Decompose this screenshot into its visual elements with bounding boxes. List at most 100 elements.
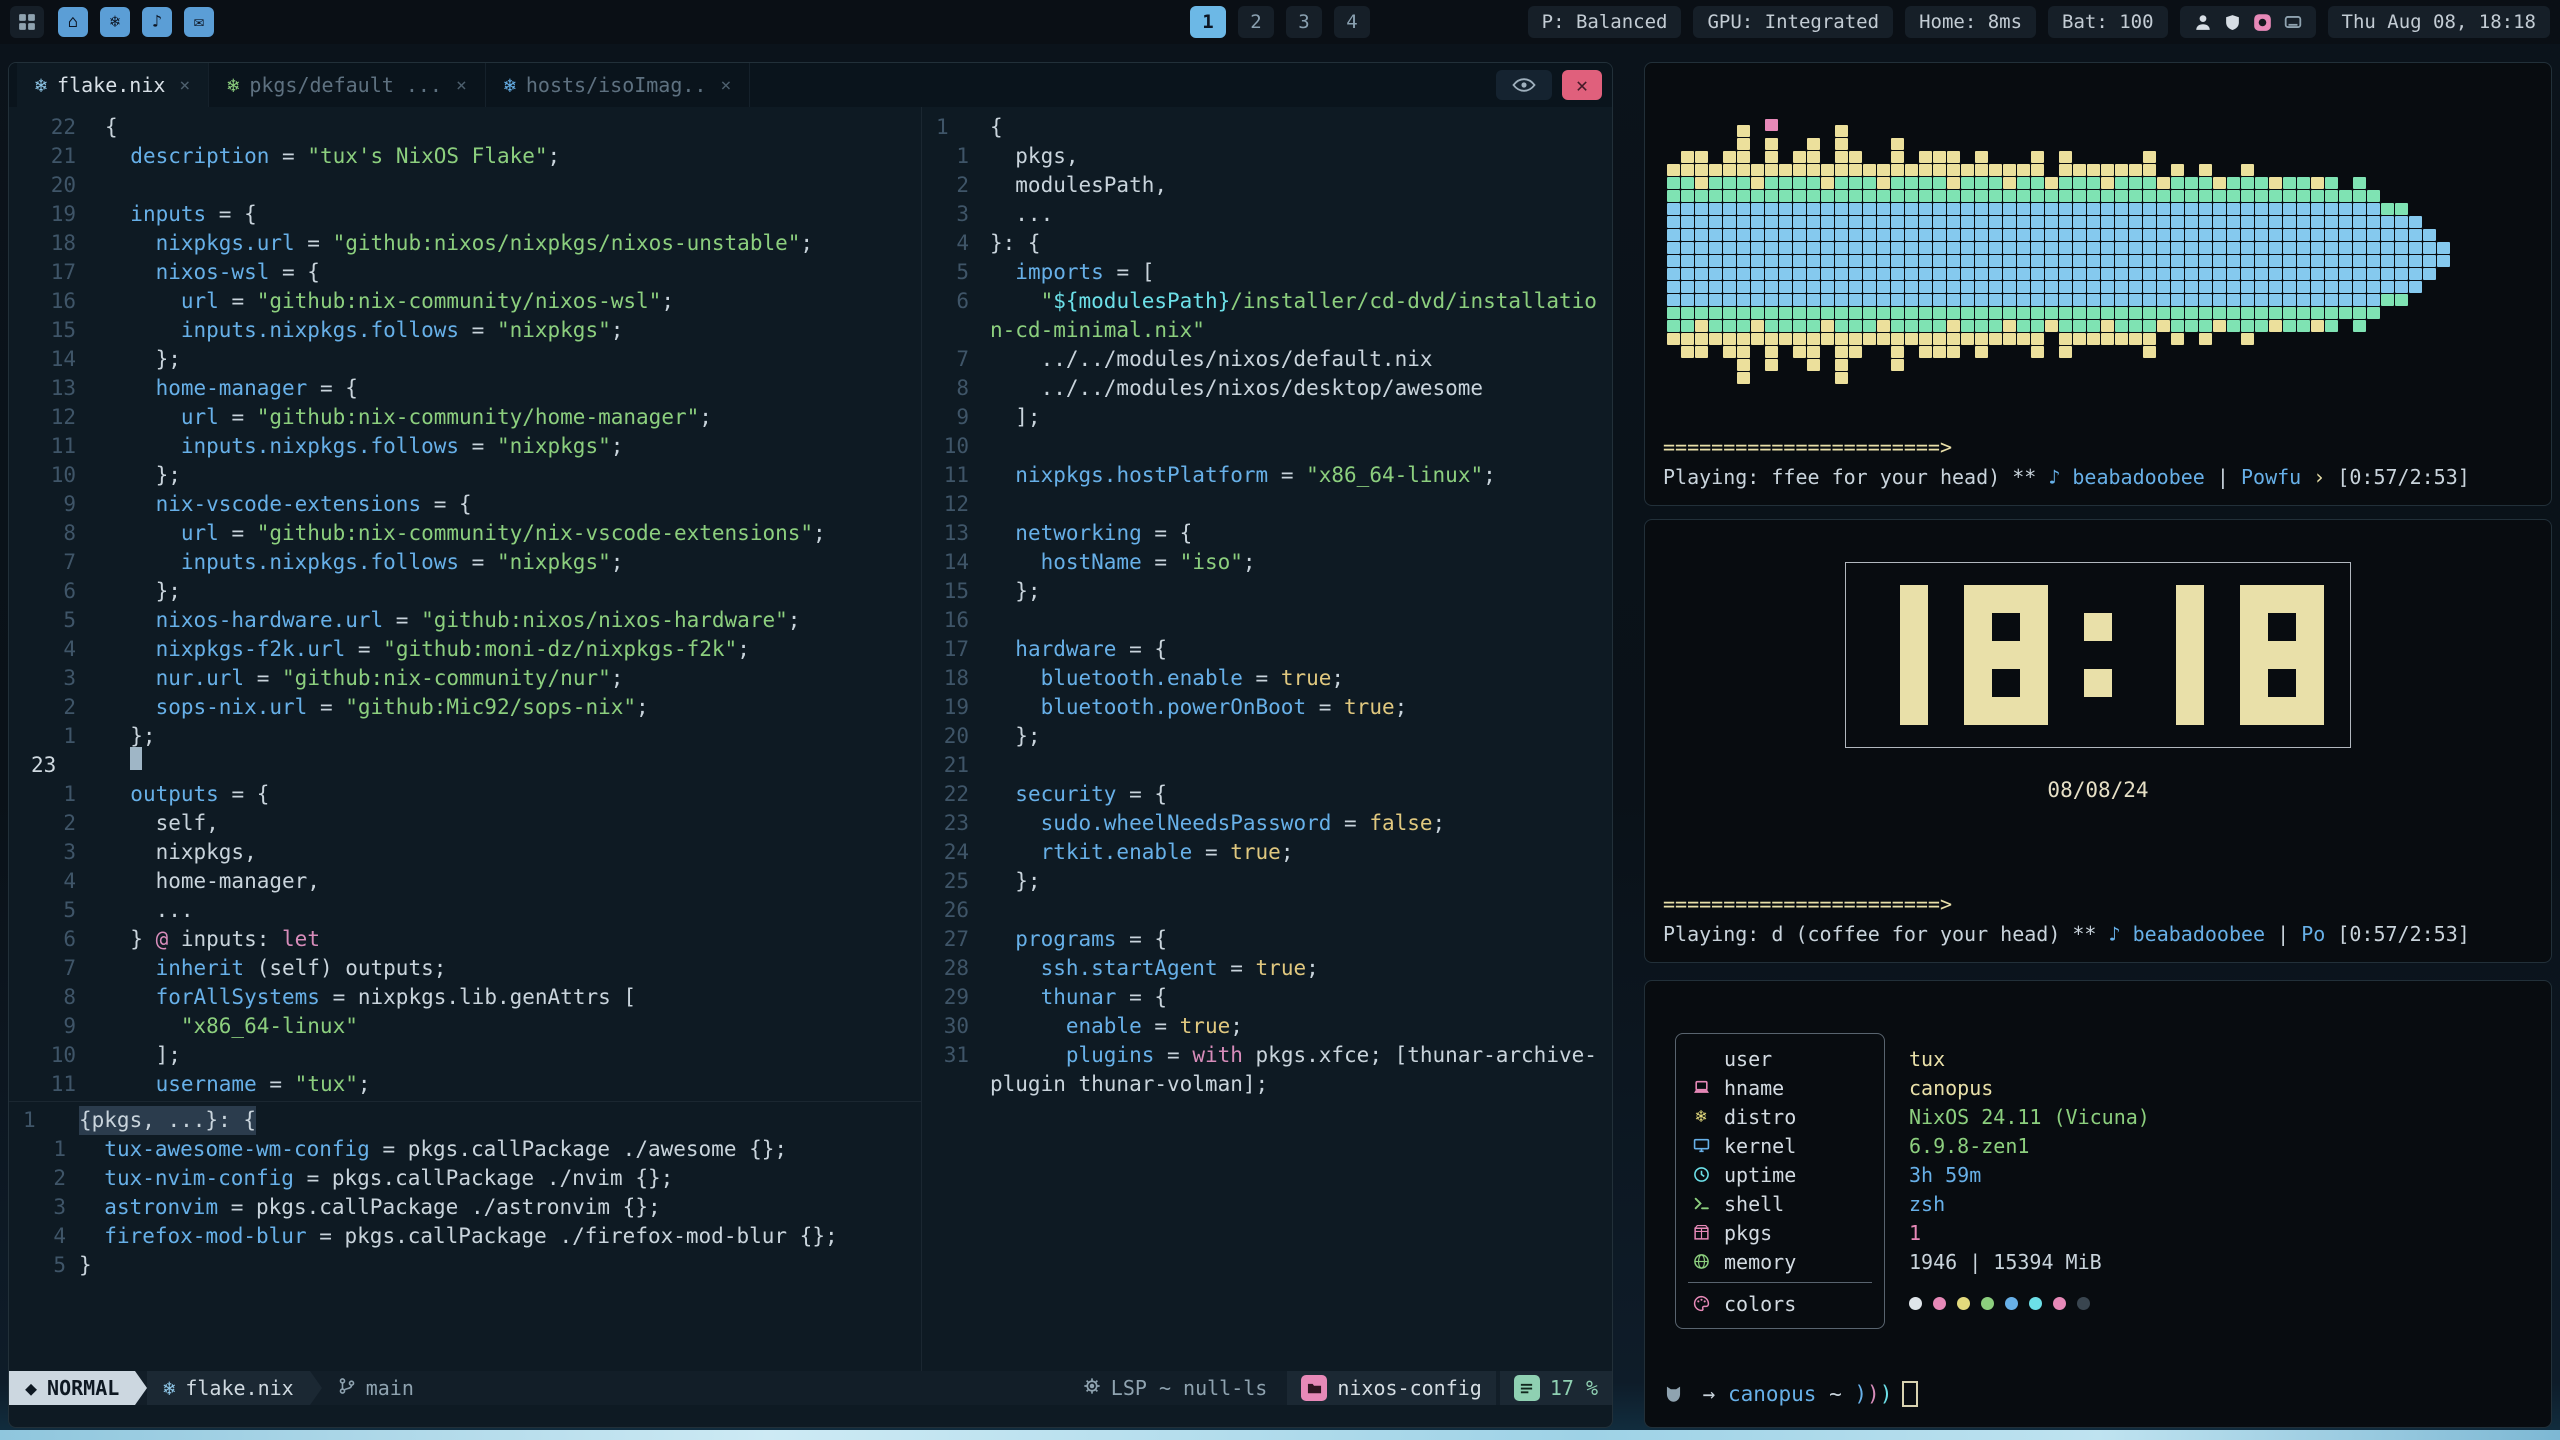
tag-4[interactable]: 4 [1334,6,1370,38]
code-line[interactable]: 12 url = "github:nix-community/home-mana… [9,403,921,432]
fetch-window[interactable]: userhname❄distrokerneluptimeshellpkgsmem… [1644,980,2552,1428]
code-line[interactable]: 11 inputs.nixpkgs.follows = "nixpkgs"; [9,432,921,461]
code-line[interactable]: 13 home-manager = { [9,374,921,403]
code-line[interactable]: 12 [922,490,1612,519]
code-line[interactable]: 4 firefox-mod-blur = pkgs.callPackage ./… [9,1222,921,1251]
code-line[interactable]: 7 ../../modules/nixos/default.nix [922,345,1612,374]
code-line[interactable]: 8 forAllSystems = nixpkgs.lib.genAttrs [ [9,983,921,1012]
tab-pkgs-default-[interactable]: ❄pkgs/default ...× [209,63,486,107]
code-line[interactable]: plugin thunar-volman]; [922,1070,1612,1099]
code-line[interactable]: 9 ]; [922,403,1612,432]
code-line[interactable]: 15 inputs.nixpkgs.follows = "nixpkgs"; [9,316,921,345]
code-line[interactable]: 22{ [9,113,921,142]
code-line[interactable]: 28 ssh.startAgent = true; [922,954,1612,983]
code-line[interactable]: 11 username = "tux"; [9,1070,921,1099]
tab-close-icon[interactable]: × [720,75,731,96]
code-line[interactable]: 16 [922,606,1612,635]
code-line[interactable]: 3 ... [922,200,1612,229]
code-line[interactable]: 1 pkgs, [922,142,1612,171]
code-line[interactable]: 22 security = { [922,780,1612,809]
code-line[interactable]: 5 ... [9,896,921,925]
code-line[interactable]: 3 nixpkgs, [9,838,921,867]
code-line[interactable]: 2 self, [9,809,921,838]
code-line[interactable]: 2 sops-nix.url = "github:Mic92/sops-nix"… [9,693,921,722]
code-line[interactable]: 16 url = "github:nix-community/nixos-wsl… [9,287,921,316]
code-line[interactable]: 18 nixpkgs.url = "github:nixos/nixpkgs/n… [9,229,921,258]
code-line[interactable]: 23 sudo.wheelNeedsPassword = false; [922,809,1612,838]
code-line[interactable]: 3 nur.url = "github:nix-community/nur"; [9,664,921,693]
code-line[interactable]: 10 }; [9,461,921,490]
recorder-icon[interactable] [2253,13,2272,32]
code-line[interactable]: 2 tux-nvim-config = pkgs.callPackage ./n… [9,1164,921,1193]
workspace-icon-2[interactable]: ❄ [100,7,130,37]
code-line[interactable]: 4 nixpkgs-f2k.url = "github:moni-dz/nixp… [9,635,921,664]
code-line[interactable]: 6 } @ inputs: let [9,925,921,954]
code-line[interactable]: 25 }; [922,867,1612,896]
shell-prompt[interactable]: → canopus ~ ))) [1663,1381,2533,1411]
flake-nix-pane[interactable]: 22{21 description = "tux's NixOS Flake";… [9,107,921,1101]
window-toggle-button[interactable] [1496,70,1552,100]
code-line[interactable]: 1 outputs = { [9,780,921,809]
workspace-icon-3[interactable]: ♪ [142,7,172,37]
code-line[interactable]: 18 bluetooth.enable = true; [922,664,1612,693]
code-line[interactable]: 31 plugins = with pkgs.xfce; [thunar-arc… [922,1041,1612,1070]
ping-widget[interactable]: Home: 8ms [1905,6,2036,38]
code-line[interactable]: n-cd-minimal.nix" [922,316,1612,345]
code-line[interactable]: 8 url = "github:nix-community/nix-vscode… [9,519,921,548]
tab-close-icon[interactable]: × [179,75,190,96]
tab-flake-nix[interactable]: ❄flake.nix× [17,63,209,107]
code-line[interactable]: 20 }; [922,722,1612,751]
code-line[interactable]: 8 ../../modules/nixos/desktop/awesome [922,374,1612,403]
code-line[interactable]: 7 inputs.nixpkgs.follows = "nixpkgs"; [9,548,921,577]
code-line[interactable]: 27 programs = { [922,925,1612,954]
code-line[interactable]: 29 thunar = { [922,983,1612,1012]
person-icon[interactable] [2194,13,2212,31]
code-line[interactable]: 10 ]; [9,1041,921,1070]
code-line[interactable]: 17 hardware = { [922,635,1612,664]
code-line[interactable]: 14 }; [9,345,921,374]
shield-icon[interactable] [2224,14,2241,31]
code-line[interactable]: 20 [9,171,921,200]
tag-1[interactable]: 1 [1190,6,1226,38]
code-line[interactable]: 10 [922,432,1612,461]
code-line[interactable]: 2 modulesPath, [922,171,1612,200]
workspace-icon-1[interactable]: ⌂ [58,7,88,37]
window-close-button[interactable]: ✕ [1562,70,1602,100]
code-line[interactable]: 4}: { [922,229,1612,258]
code-line[interactable]: 4 home-manager, [9,867,921,896]
tag-3[interactable]: 3 [1286,6,1322,38]
code-line[interactable]: 19 inputs = { [9,200,921,229]
code-line[interactable]: 30 enable = true; [922,1012,1612,1041]
power-profile-widget[interactable]: P: Balanced [1528,6,1682,38]
code-line[interactable]: 9 nix-vscode-extensions = { [9,490,921,519]
code-line[interactable]: 17 nixos-wsl = { [9,258,921,287]
code-line[interactable]: 19 bluetooth.powerOnBoot = true; [922,693,1612,722]
code-line[interactable]: 11 nixpkgs.hostPlatform = "x86_64-linux"… [922,461,1612,490]
workspace-icon-4[interactable]: ✉ [184,7,214,37]
tag-2[interactable]: 2 [1238,6,1274,38]
code-line[interactable]: 13 networking = { [922,519,1612,548]
code-line[interactable]: 7 inherit (self) outputs; [9,954,921,983]
code-line[interactable]: 23 [9,751,921,780]
gpu-widget[interactable]: GPU: Integrated [1693,6,1893,38]
launcher-button[interactable] [10,6,44,38]
code-line[interactable]: 9 "x86_64-linux" [9,1012,921,1041]
code-line[interactable]: 21 description = "tux's NixOS Flake"; [9,142,921,171]
visualizer-window[interactable]: =======================> Playing: ffee f… [1644,62,2552,506]
code-line[interactable]: 5 imports = [ [922,258,1612,287]
code-line[interactable]: 15 }; [922,577,1612,606]
code-line[interactable]: 1 }; [9,722,921,751]
code-line[interactable]: 6 }; [9,577,921,606]
code-line[interactable]: 26 [922,896,1612,925]
code-line[interactable]: 14 hostName = "iso"; [922,548,1612,577]
clock-window[interactable]: 08/08/24 =======================> Playin… [1644,519,2552,963]
code-line[interactable]: 24 rtkit.enable = true; [922,838,1612,867]
code-line[interactable]: 5 nixos-hardware.url = "github:nixos/nix… [9,606,921,635]
tab-close-icon[interactable]: × [456,75,467,96]
iso-image-pane[interactable]: 1{1 pkgs,2 modulesPath,3 ...4}: {5 impor… [922,107,1612,1371]
battery-widget[interactable]: Bat: 100 [2048,6,2168,38]
tray-icon[interactable] [2284,13,2302,31]
clock-widget[interactable]: Thu Aug 08, 18:18 [2328,6,2550,38]
code-line[interactable]: 6 "${modulesPath}/installer/cd-dvd/insta… [922,287,1612,316]
code-line[interactable]: 5} [9,1251,921,1280]
